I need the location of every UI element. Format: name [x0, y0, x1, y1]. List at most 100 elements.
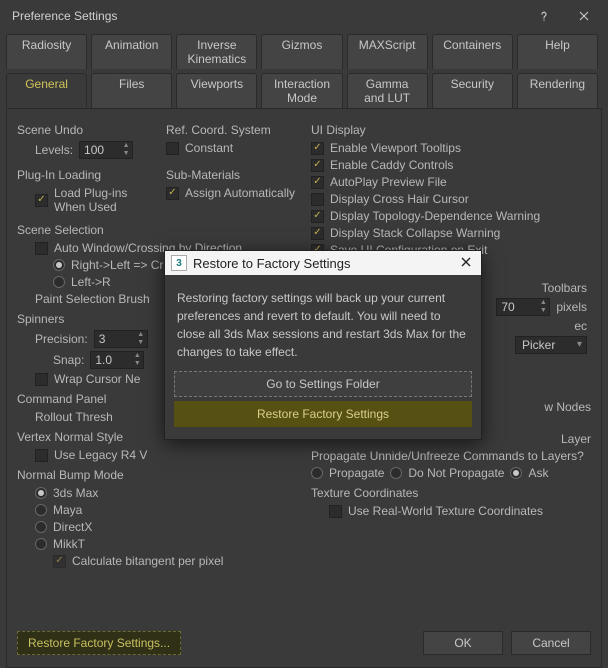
levels-label: Levels:: [35, 143, 73, 157]
pixels-label: pixels: [556, 300, 587, 314]
constant-label: Constant: [185, 141, 233, 155]
tex-coords-label: Texture Coordinates: [311, 486, 591, 500]
close-icon[interactable]: [564, 2, 604, 30]
snap-spinner[interactable]: ▲▼: [90, 351, 144, 369]
propagate-radio[interactable]: [311, 467, 323, 479]
calc-bitangent-check: [53, 555, 66, 568]
r2-check[interactable]: [311, 159, 324, 172]
r3-label: AutoPlay Preview File: [330, 175, 447, 189]
tab-security[interactable]: Security: [432, 73, 513, 108]
lr-crossing-radio[interactable]: [53, 276, 65, 288]
auto-window-check[interactable]: [35, 242, 48, 255]
r1-check[interactable]: [311, 142, 324, 155]
submaterials-label: Sub-Materials: [166, 168, 297, 182]
r2-label: Enable Caddy Controls: [330, 158, 453, 172]
r6-check[interactable]: [311, 227, 324, 240]
tab-ik[interactable]: Inverse Kinematics: [176, 34, 257, 69]
tab-viewports[interactable]: Viewports: [176, 73, 257, 108]
p2-label: Do Not Propagate: [408, 466, 504, 480]
r4-check[interactable]: [311, 193, 324, 206]
ui-display-label: UI Display: [311, 123, 591, 137]
ask-radio[interactable]: [510, 467, 522, 479]
r3-check[interactable]: [311, 176, 324, 189]
bm-directx-radio[interactable]: [35, 521, 47, 533]
layers-label: Layer: [561, 432, 591, 446]
calc-bitangent-label: Calculate bitangent per pixel: [72, 554, 223, 568]
r5-label: Display Topology-Dependence Warning: [330, 209, 540, 223]
load-plugins-label: Load Plug-ins When Used: [54, 186, 148, 214]
propagate-text: Propagate Unnide/Unfreeze Commands to La…: [311, 449, 584, 463]
bm-3dsmax-radio[interactable]: [35, 487, 47, 499]
titlebar: Preference Settings: [0, 0, 608, 32]
footer: Restore Factory Settings... OK Cancel: [17, 631, 591, 655]
nodes-label: w Nodes: [544, 400, 591, 414]
precision-spinner[interactable]: ▲▼: [94, 330, 148, 348]
go-to-settings-button[interactable]: Go to Settings Folder: [174, 371, 472, 397]
load-plugins-check[interactable]: [35, 194, 48, 207]
dont-propagate-radio[interactable]: [390, 467, 402, 479]
assign-auto-label: Assign Automatically: [185, 186, 295, 200]
tab-gizmos[interactable]: Gizmos: [261, 34, 342, 69]
dialog-close-icon[interactable]: [457, 256, 475, 271]
paint-brush-label: Paint Selection Brush: [35, 292, 150, 306]
restore-dialog: 3 Restore to Factory Settings Restoring …: [164, 250, 482, 440]
plugin-loading-label: Plug-In Loading: [17, 168, 148, 182]
tab-maxscript[interactable]: MAXScript: [347, 34, 428, 69]
cancel-button[interactable]: Cancel: [511, 631, 591, 655]
tab-radiosity[interactable]: Radiosity: [6, 34, 87, 69]
rollout-thresh-label: Rollout Thresh: [35, 410, 113, 424]
dialog-title: Restore to Factory Settings: [193, 256, 451, 271]
p3-label: Ask: [528, 466, 548, 480]
real-world-check[interactable]: [329, 505, 342, 518]
wrap-cursor-check[interactable]: [35, 373, 48, 386]
use-legacy-check[interactable]: [35, 449, 48, 462]
bm-directx-label: DirectX: [53, 520, 92, 534]
window-title: Preference Settings: [12, 9, 524, 23]
tab-rendering[interactable]: Rendering: [517, 73, 598, 108]
assign-auto-check[interactable]: [166, 187, 179, 200]
sec-label: ec: [574, 319, 587, 333]
bm-3dsmax-label: 3ds Max: [53, 486, 98, 500]
bump-mode-label: Normal Bump Mode: [17, 468, 297, 482]
restore-factory-settings-button[interactable]: Restore Factory Settings: [174, 401, 472, 427]
snap-label: Snap:: [53, 353, 84, 367]
tab-help[interactable]: Help: [517, 34, 598, 69]
dialog-body: Restoring factory settings will back up …: [165, 275, 481, 367]
constant-check[interactable]: [166, 142, 179, 155]
tab-files[interactable]: Files: [91, 73, 172, 108]
p1-label: Propagate: [329, 466, 384, 480]
help-icon[interactable]: [524, 2, 564, 30]
tabs-row-1: Radiosity Animation Inverse Kinematics G…: [0, 32, 608, 69]
use-legacy-label: Use Legacy R4 V: [54, 448, 147, 462]
lr-crossing-label: Left->R: [71, 275, 111, 289]
levels-spinner[interactable]: ▲▼: [79, 141, 133, 159]
scene-undo-label: Scene Undo: [17, 123, 148, 137]
tab-containers[interactable]: Containers: [432, 34, 513, 69]
r6-label: Display Stack Collapse Warning: [330, 226, 500, 240]
ok-button[interactable]: OK: [423, 631, 503, 655]
dialog-titlebar: 3 Restore to Factory Settings: [165, 251, 481, 275]
tab-interaction[interactable]: Interaction Mode: [261, 73, 342, 108]
real-world-label: Use Real-World Texture Coordinates: [348, 504, 543, 518]
bm-mikkt-label: MikkT: [53, 537, 85, 551]
rl-crossing-radio[interactable]: [53, 259, 65, 271]
ref-coord-label: Ref. Coord. System: [166, 123, 297, 137]
bm-mikkt-radio[interactable]: [35, 538, 47, 550]
r5-check[interactable]: [311, 210, 324, 223]
app-icon: 3: [171, 255, 187, 271]
tabs-row-2: General Files Viewports Interaction Mode…: [0, 71, 608, 108]
bm-maya-label: Maya: [53, 503, 82, 517]
wrap-cursor-label: Wrap Cursor Ne: [54, 372, 140, 386]
r4-label: Display Cross Hair Cursor: [330, 192, 469, 206]
tab-animation[interactable]: Animation: [91, 34, 172, 69]
bm-maya-radio[interactable]: [35, 504, 47, 516]
scene-selection-label: Scene Selection: [17, 223, 297, 237]
toolbar-spinner[interactable]: ▲▼: [496, 298, 550, 316]
r1-label: Enable Viewport Tooltips: [330, 141, 461, 155]
tab-general[interactable]: General: [6, 73, 87, 108]
picker-combo[interactable]: Picker: [515, 336, 587, 354]
restore-factory-button[interactable]: Restore Factory Settings...: [17, 631, 181, 655]
toolbars-label: Toolbars: [542, 281, 587, 295]
precision-label: Precision:: [35, 332, 88, 346]
tab-gamma[interactable]: Gamma and LUT: [347, 73, 428, 108]
